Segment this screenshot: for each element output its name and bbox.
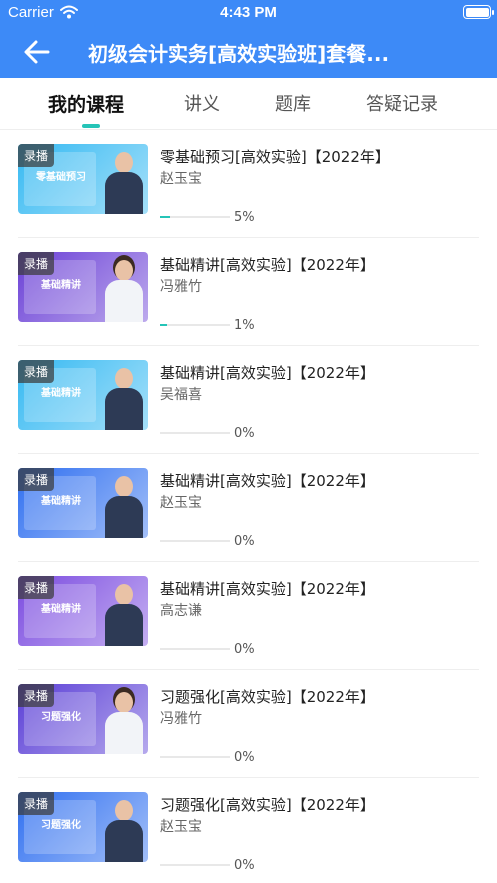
progress-bar bbox=[160, 432, 230, 434]
teacher-photo bbox=[104, 798, 144, 862]
course-item[interactable]: 习题强化 录播 习题强化[高效实验]【2022年】 赵玉宝 0% bbox=[0, 778, 497, 883]
back-arrow-icon[interactable] bbox=[22, 38, 52, 66]
course-teacher: 赵玉宝 bbox=[160, 495, 202, 511]
teacher-head bbox=[115, 692, 133, 713]
course-item[interactable]: 零基础预习 录播 零基础预习[高效实验]【2022年】 赵玉宝 5% bbox=[0, 130, 497, 238]
course-title: 习题强化[高效实验]【2022年】 bbox=[160, 688, 375, 706]
course-teacher: 高志谦 bbox=[160, 603, 202, 619]
course-teacher: 赵玉宝 bbox=[160, 819, 202, 835]
course-title: 基础精讲[高效实验]【2022年】 bbox=[160, 364, 375, 382]
teacher-photo bbox=[104, 582, 144, 646]
active-tab-indicator bbox=[82, 124, 100, 128]
status-bar: Carrier 4:43 PM bbox=[0, 0, 497, 26]
teacher-body bbox=[105, 496, 143, 538]
teacher-photo bbox=[104, 690, 144, 754]
progress-bar bbox=[160, 864, 230, 866]
progress-percent: 1% bbox=[234, 318, 255, 333]
teacher-body bbox=[105, 604, 143, 646]
page-title: 初级会计实务[高效实验班]套餐... bbox=[88, 42, 390, 66]
progress-percent: 5% bbox=[234, 210, 255, 225]
progress-fill bbox=[160, 324, 167, 326]
tab-qa-records[interactable]: 答疑记录 bbox=[366, 90, 438, 116]
thumbnail-title: 基础精讲 bbox=[41, 604, 81, 615]
teacher-photo bbox=[104, 258, 144, 322]
course-item[interactable]: 习题强化 录播 习题强化[高效实验]【2022年】 冯雅竹 0% bbox=[0, 670, 497, 778]
app-header: Carrier 4:43 PM 初级会计实务[高效实验班]套餐... bbox=[0, 0, 497, 78]
recorded-badge: 录播 bbox=[18, 684, 55, 707]
progress-fill bbox=[160, 216, 170, 218]
recorded-badge: 录播 bbox=[18, 576, 55, 599]
teacher-head bbox=[115, 260, 133, 281]
thumbnail-title: 习题强化 bbox=[41, 712, 81, 723]
progress-percent: 0% bbox=[234, 642, 255, 657]
progress-percent: 0% bbox=[234, 426, 255, 441]
thumbnail-title: 基础精讲 bbox=[41, 496, 81, 507]
teacher-body bbox=[105, 388, 143, 430]
teacher-head bbox=[115, 476, 133, 497]
course-item[interactable]: 基础精讲 录播 基础精讲[高效实验]【2022年】 赵玉宝 0% bbox=[0, 454, 497, 562]
progress-bar bbox=[160, 324, 230, 326]
tab-handouts[interactable]: 讲义 bbox=[184, 90, 220, 116]
teacher-head bbox=[115, 368, 133, 389]
progress-percent: 0% bbox=[234, 750, 255, 765]
recorded-badge: 录播 bbox=[18, 792, 55, 815]
teacher-head bbox=[115, 800, 133, 821]
course-thumbnail: 基础精讲 录播 bbox=[18, 252, 148, 322]
recorded-badge: 录播 bbox=[18, 468, 55, 491]
progress-percent: 0% bbox=[234, 534, 255, 549]
recorded-badge: 录播 bbox=[18, 360, 55, 383]
teacher-body bbox=[105, 280, 143, 322]
recorded-badge: 录播 bbox=[18, 144, 55, 167]
progress-bar bbox=[160, 648, 230, 650]
teacher-body bbox=[105, 172, 143, 214]
clock: 4:43 PM bbox=[220, 4, 277, 21]
teacher-body bbox=[105, 820, 143, 862]
battery-icon bbox=[463, 5, 494, 19]
course-teacher: 冯雅竹 bbox=[160, 279, 202, 295]
course-item[interactable]: 基础精讲 录播 基础精讲[高效实验]【2022年】 高志谦 0% bbox=[0, 562, 497, 670]
teacher-head bbox=[115, 152, 133, 173]
thumbnail-title: 零基础预习 bbox=[36, 172, 86, 183]
course-thumbnail: 零基础预习 录播 bbox=[18, 144, 148, 214]
course-item[interactable]: 基础精讲 录播 基础精讲[高效实验]【2022年】 吴福喜 0% bbox=[0, 346, 497, 454]
thumbnail-title: 基础精讲 bbox=[41, 280, 81, 291]
progress-percent: 0% bbox=[234, 858, 255, 873]
course-title: 基础精讲[高效实验]【2022年】 bbox=[160, 256, 375, 274]
tab-my-courses[interactable]: 我的课程 bbox=[48, 90, 124, 117]
teacher-photo bbox=[104, 150, 144, 214]
course-thumbnail: 基础精讲 录播 bbox=[18, 576, 148, 646]
tab-bar: 我的课程 讲义 题库 答疑记录 bbox=[0, 78, 497, 130]
course-title: 习题强化[高效实验]【2022年】 bbox=[160, 796, 375, 814]
course-teacher: 冯雅竹 bbox=[160, 711, 202, 727]
course-title: 基础精讲[高效实验]【2022年】 bbox=[160, 472, 375, 490]
teacher-body bbox=[105, 712, 143, 754]
course-thumbnail: 基础精讲 录播 bbox=[18, 468, 148, 538]
teacher-photo bbox=[104, 474, 144, 538]
tab-question-bank[interactable]: 题库 bbox=[275, 90, 311, 116]
course-thumbnail: 习题强化 录播 bbox=[18, 792, 148, 862]
course-thumbnail: 习题强化 录播 bbox=[18, 684, 148, 754]
progress-bar bbox=[160, 540, 230, 542]
thumbnail-title: 习题强化 bbox=[41, 820, 81, 831]
course-title: 基础精讲[高效实验]【2022年】 bbox=[160, 580, 375, 598]
course-teacher: 吴福喜 bbox=[160, 387, 202, 403]
course-teacher: 赵玉宝 bbox=[160, 171, 202, 187]
progress-bar bbox=[160, 216, 230, 218]
teacher-photo bbox=[104, 366, 144, 430]
course-thumbnail: 基础精讲 录播 bbox=[18, 360, 148, 430]
recorded-badge: 录播 bbox=[18, 252, 55, 275]
course-item[interactable]: 基础精讲 录播 基础精讲[高效实验]【2022年】 冯雅竹 1% bbox=[0, 238, 497, 346]
thumbnail-title: 基础精讲 bbox=[41, 388, 81, 399]
teacher-head bbox=[115, 584, 133, 605]
progress-bar bbox=[160, 756, 230, 758]
course-title: 零基础预习[高效实验]【2022年】 bbox=[160, 148, 390, 166]
